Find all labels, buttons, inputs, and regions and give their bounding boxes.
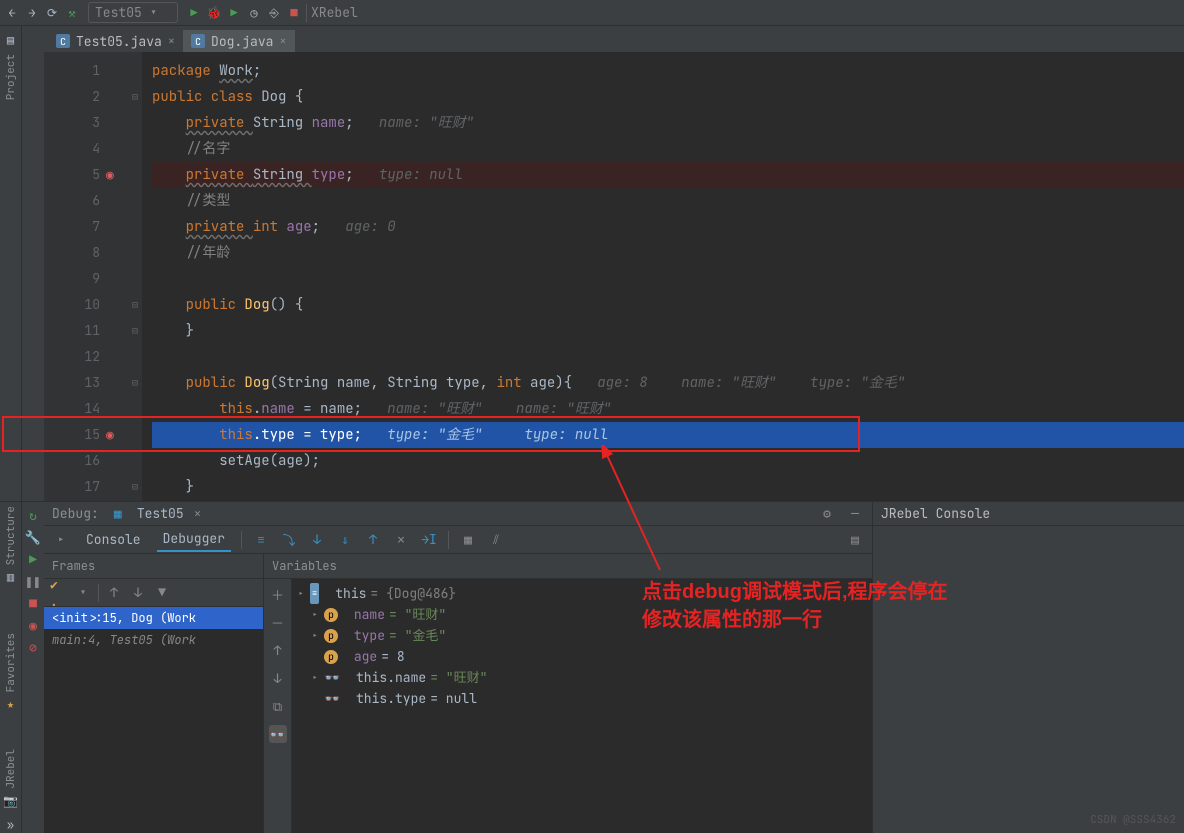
- minimize-icon[interactable]: —: [846, 505, 864, 523]
- debug-header: Debug: ▦ Test05 × ⚙ —: [44, 502, 872, 526]
- var-row[interactable]: p age = 8: [296, 646, 868, 667]
- main-toolbar[interactable]: ← → ⟳ ⚒ Test05 ▾ ▶ 🐞 ▶ ◷ ⎆ ■ XRebel: [0, 0, 1184, 26]
- close-icon[interactable]: ×: [279, 33, 286, 49]
- next-frame-icon[interactable]: ↓: [129, 584, 147, 602]
- xrebel-label: XRebel: [311, 4, 358, 21]
- tab-dog[interactable]: C Dog.java ×: [183, 28, 295, 52]
- project-tool-label[interactable]: Project: [4, 54, 18, 100]
- variables-toolbar[interactable]: ＋ － ↑ ↓ ⧉ 👓: [264, 579, 292, 833]
- stack-frame[interactable]: <init>:15, Dog (Work: [44, 607, 263, 629]
- frames-list[interactable]: <init>:15, Dog (Work main:4, Test05 (Wor…: [44, 607, 263, 833]
- back-icon[interactable]: ←: [4, 5, 20, 21]
- jrebel-console-pane[interactable]: JRebel Console: [872, 502, 1184, 833]
- annotation-text: 点击debug调试模式后,程序会停在 修改该属性的那一行: [642, 578, 948, 634]
- down-icon[interactable]: ↓: [269, 669, 287, 687]
- camera-icon[interactable]: 📷: [3, 793, 19, 809]
- trace-icon[interactable]: ⫽: [487, 531, 505, 549]
- modify-icon[interactable]: 🔧: [24, 528, 42, 546]
- glasses-icon[interactable]: 👓: [269, 725, 287, 743]
- editor-tabs[interactable]: C Test05.java × C Dog.java ×: [44, 26, 1184, 52]
- jrebel-tool-label[interactable]: JRebel: [4, 749, 18, 789]
- left-gutter-secondary: [22, 26, 44, 501]
- add-watch-icon[interactable]: ＋: [269, 585, 287, 603]
- debug-run-name[interactable]: Test05: [137, 505, 184, 522]
- close-icon[interactable]: ×: [168, 33, 175, 49]
- code-body[interactable]: package Work; public class Dog { private…: [142, 52, 1184, 501]
- prev-frame-icon[interactable]: ↑: [105, 584, 123, 602]
- dropdown-icon[interactable]: ▾: [74, 584, 92, 602]
- structure-icon[interactable]: ▥: [3, 569, 19, 585]
- breakpoint-icon[interactable]: ◉: [106, 422, 114, 448]
- breakpoint-icon[interactable]: ◉: [106, 162, 114, 188]
- project-icon[interactable]: ▤: [3, 32, 19, 48]
- remove-watch-icon[interactable]: －: [269, 613, 287, 631]
- show-exec-point-icon[interactable]: ≡: [252, 531, 270, 549]
- stop-icon[interactable]: ■: [286, 5, 302, 21]
- left-tool-stripe[interactable]: ▤ Project: [0, 26, 22, 501]
- profile-icon[interactable]: ◷: [246, 5, 262, 21]
- frames-toolbar[interactable]: ✔ . ▾ ↑ ↓ ▼: [44, 579, 263, 607]
- gear-icon[interactable]: ⚙: [818, 505, 836, 523]
- run-config-icon: ▦: [109, 505, 127, 523]
- debug-panel[interactable]: Structure ▥ Favorites ★ JRebel 📷 » ↻ 🔧 ▶…: [0, 501, 1184, 833]
- debug-toolbar[interactable]: ▸ Console Debugger ≡ ⤵ ↓ ⇓ ↑ ✕ →I ▦ ⫽ ▤: [44, 526, 872, 554]
- copy-icon[interactable]: ⧉: [269, 697, 287, 715]
- console-tab[interactable]: Console: [80, 528, 147, 552]
- debugger-tab[interactable]: Debugger: [157, 528, 231, 552]
- pause-icon[interactable]: ❚❚: [24, 572, 42, 590]
- java-file-icon: C: [56, 34, 70, 48]
- layout-icon[interactable]: ▤: [846, 531, 864, 549]
- evaluate-icon[interactable]: ▦: [459, 531, 477, 549]
- step-into-icon[interactable]: ↓: [308, 531, 326, 549]
- fold-gutter[interactable]: ⊟ ⊟⊟ ⊟ ⊟: [128, 52, 142, 501]
- left-tool-stripe-bottom[interactable]: Structure ▥ Favorites ★ JRebel 📷 »: [0, 502, 22, 833]
- force-step-into-icon[interactable]: ⇓: [336, 531, 354, 549]
- structure-tool-label[interactable]: Structure: [4, 506, 18, 565]
- tab-label: Dog.java: [211, 33, 273, 50]
- filter-icon[interactable]: ▼: [153, 584, 171, 602]
- java-file-icon: C: [191, 34, 205, 48]
- run-icon[interactable]: ▶: [186, 5, 202, 21]
- debug-label: Debug:: [52, 505, 99, 522]
- tab-test05[interactable]: C Test05.java ×: [48, 28, 183, 52]
- console-icon[interactable]: ▸: [52, 531, 70, 549]
- var-row[interactable]: ▸👓 this.name = "旺财": [296, 667, 868, 688]
- var-row[interactable]: 👓 this.type = null: [296, 688, 868, 709]
- collapse-icon[interactable]: »: [3, 817, 19, 833]
- drop-frame-icon[interactable]: ✕: [392, 531, 410, 549]
- tab-label: Test05.java: [76, 33, 162, 50]
- mute-breakpoints-icon[interactable]: ⊘: [24, 638, 42, 656]
- step-over-icon[interactable]: ⤵: [280, 531, 298, 549]
- favorites-tool-label[interactable]: Favorites: [4, 633, 18, 692]
- step-out-icon[interactable]: ↑: [364, 531, 382, 549]
- variables-header: Variables: [264, 554, 872, 579]
- frames-pane[interactable]: Frames ✔ . ▾ ↑ ↓ ▼ <init>:15, Dog (Work …: [44, 554, 264, 833]
- view-breakpoints-icon[interactable]: ◉: [24, 616, 42, 634]
- line-numbers: 1234567891011121314151617: [44, 52, 106, 501]
- refresh-icon[interactable]: ⟳: [44, 5, 60, 21]
- run-to-cursor-icon[interactable]: →I: [420, 531, 438, 549]
- resume-icon[interactable]: ▶: [24, 550, 42, 568]
- up-icon[interactable]: ↑: [269, 641, 287, 659]
- code-editor[interactable]: 1234567891011121314151617 ◉ ◉ ⊟ ⊟⊟ ⊟ ⊟ p…: [44, 52, 1184, 501]
- star-icon[interactable]: ★: [3, 696, 19, 712]
- debug-action-stripe[interactable]: ↻ 🔧 ▶ ❚❚ ■ ◉ ⊘: [22, 502, 44, 833]
- rerun-icon[interactable]: ↻: [24, 506, 42, 524]
- breakpoint-gutter[interactable]: ◉ ◉: [106, 52, 128, 501]
- hammer-icon[interactable]: ⚒: [64, 5, 80, 21]
- stop-icon[interactable]: ■: [24, 594, 42, 612]
- debug-icon[interactable]: 🐞: [206, 5, 222, 21]
- run-config-selector[interactable]: Test05 ▾: [88, 2, 178, 23]
- stack-frame[interactable]: main:4, Test05 (Work: [44, 629, 263, 651]
- close-icon[interactable]: ×: [194, 505, 202, 522]
- watermark: CSDN @SSS4362: [1090, 813, 1176, 827]
- thread-selector[interactable]: ✔ .: [50, 584, 68, 602]
- frames-header: Frames: [44, 554, 263, 579]
- forward-icon[interactable]: →: [24, 5, 40, 21]
- jrebel-console-header: JRebel Console: [873, 502, 1184, 526]
- coverage-icon[interactable]: ▶: [226, 5, 242, 21]
- attach-icon[interactable]: ⎆: [266, 5, 282, 21]
